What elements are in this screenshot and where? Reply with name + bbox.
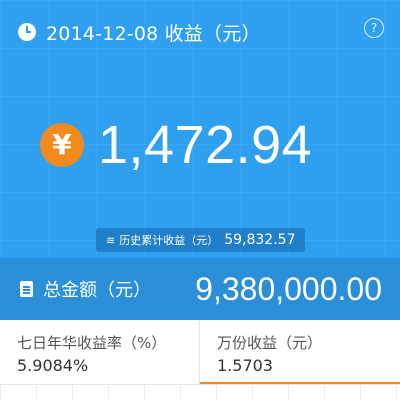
tab-annual-yield[interactable]: 七日年华收益率（%） 5.9084%	[0, 320, 200, 384]
layers-icon: ≋	[106, 233, 116, 247]
stats-tabs: 七日年华收益率（%） 5.9084% 万份收益（元） 1.5703	[0, 320, 400, 400]
earnings-panel: 2014-12-08 收益（元） ? ¥ 1,472.94 ≋ 历史累计收益（元…	[0, 0, 400, 258]
chart-grid	[0, 385, 400, 400]
document-icon	[20, 281, 33, 297]
per-10k-earnings-value: 1.5703	[217, 356, 273, 375]
total-amount-bar[interactable]: 总金额（元） 9,380,000.00	[0, 258, 400, 320]
history-earnings-badge[interactable]: ≋ 历史累计收益（元） 59,832.57	[96, 228, 306, 252]
annual-yield-label: 七日年华收益率（%）	[17, 334, 167, 352]
date-title: 2014-12-08 收益（元）	[46, 22, 261, 45]
clock-icon	[18, 23, 36, 41]
annual-yield-value: 5.9084%	[17, 356, 89, 375]
date-header: 2014-12-08 收益（元）	[18, 20, 261, 45]
history-earnings-value: 59,832.57	[224, 232, 296, 248]
history-earnings-label: 历史累计收益（元）	[119, 234, 219, 247]
help-icon[interactable]: ?	[364, 18, 384, 38]
daily-earnings: ¥ 1,472.94	[40, 110, 312, 180]
total-amount-value: 9,380,000.00	[195, 271, 382, 307]
per-10k-earnings-label: 万份收益（元）	[217, 334, 323, 352]
earnings-amount: 1,472.94	[98, 115, 313, 175]
total-amount-label-group: 总金额（元）	[20, 258, 151, 320]
yen-icon: ¥	[40, 123, 84, 167]
total-amount-label: 总金额（元）	[43, 280, 151, 301]
tab-per-10k-earnings[interactable]: 万份收益（元） 1.5703	[200, 320, 400, 384]
